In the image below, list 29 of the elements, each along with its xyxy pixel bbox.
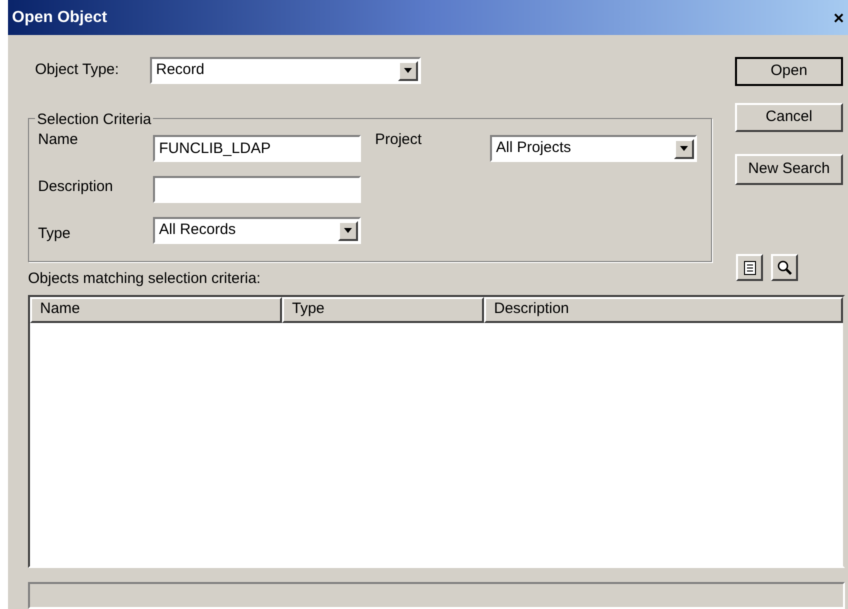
- field-label: Object Type:: [34, 60, 120, 80]
- type-dropdown[interactable]: All Records: [153, 217, 361, 244]
- column-header[interactable]: Description: [484, 296, 843, 322]
- description-field[interactable]: [153, 176, 361, 203]
- search-icon: [776, 260, 792, 276]
- search-button[interactable]: [771, 254, 798, 281]
- field-label: Objects matching selection criteria:: [28, 269, 262, 289]
- caret-icon: [680, 146, 688, 151]
- field-label: Name: [38, 130, 80, 150]
- field-label: Description: [38, 177, 114, 197]
- caret-icon: [404, 68, 412, 73]
- close-button[interactable]: ×: [833, 8, 844, 26]
- details-view-button[interactable]: [736, 254, 763, 281]
- dropdown-arrow-button[interactable]: [674, 138, 694, 158]
- field-label: Type: [38, 224, 72, 244]
- column-header[interactable]: Type: [282, 296, 484, 322]
- column-header[interactable]: Name: [30, 296, 282, 322]
- dropdown-arrow-button[interactable]: [338, 220, 358, 240]
- field-label: Project: [375, 130, 423, 150]
- caret-icon: [344, 228, 352, 233]
- list-icon: [744, 260, 756, 274]
- name-field[interactable]: FUNCLIB_LDAP: [153, 135, 361, 162]
- dropdown-arrow-button[interactable]: [398, 60, 418, 80]
- object-type-dropdown[interactable]: Record: [150, 57, 421, 84]
- window-title: Open Object: [12, 8, 108, 28]
- dialog-button[interactable]: Open: [735, 57, 843, 86]
- dialog-button[interactable]: New Search: [735, 154, 843, 185]
- dialog-button[interactable]: Cancel: [735, 103, 843, 132]
- project-dropdown[interactable]: All Projects: [490, 135, 697, 162]
